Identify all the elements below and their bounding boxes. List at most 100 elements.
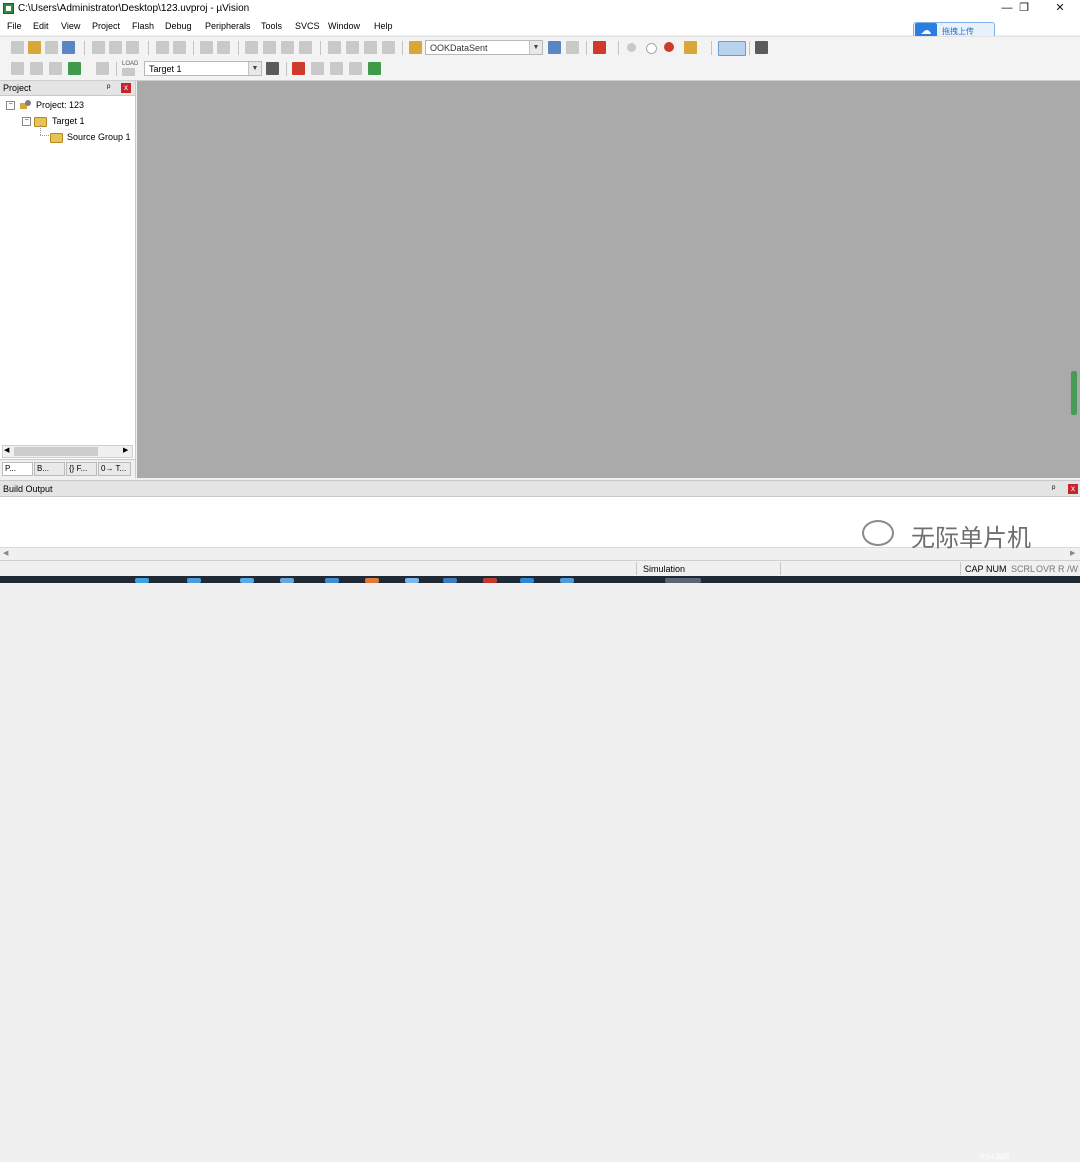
unindent-icon[interactable] [346,41,359,54]
taskbar-active-app-icon[interactable] [665,578,701,583]
download-icon[interactable] [122,68,135,76]
uvision-app-icon [3,3,14,14]
taskbar-app-icon[interactable] [520,578,534,583]
menu-flash[interactable]: Flash [132,21,154,31]
tab-project[interactable]: P... [2,462,33,476]
scroll-right-icon[interactable]: ▶ [1070,549,1075,557]
next-bookmark-icon[interactable] [281,41,294,54]
uncomment-icon[interactable] [382,41,395,54]
bookmark-icon[interactable] [245,41,258,54]
tree-item-target[interactable]: − Target 1 [20,114,132,129]
find-in-files-icon[interactable] [409,41,422,54]
project-icon [19,99,31,110]
menu-debug[interactable]: Debug [165,21,192,31]
scroll-left-icon[interactable]: ◀ [4,446,9,454]
horizontal-scrollbar[interactable]: ◀ ▶ [2,445,133,458]
save-all-icon[interactable] [62,41,75,54]
target-select[interactable]: Target 1 ▼ [144,61,262,76]
configure-icon[interactable] [755,41,768,54]
close-window-button[interactable]: ✕ [1043,0,1077,18]
taskbar-app-icon[interactable] [405,578,419,583]
pin-icon[interactable]: ᵖ [1052,483,1055,493]
batch-build-icon[interactable] [68,62,81,75]
taskbar-app-icon[interactable] [135,578,149,583]
toolbar-file-edit: OOKDataSent ▼ [0,36,1080,59]
insert-breakpoint-icon[interactable] [627,43,636,52]
build-icon[interactable] [30,62,43,75]
find-icon[interactable] [566,41,579,54]
tree-item-source-group[interactable]: Source Group 1 [50,130,134,145]
select-packs-icon[interactable] [330,62,343,75]
menu-peripherals[interactable]: Peripherals [205,21,251,31]
pack-installer-icon[interactable] [368,62,381,75]
menu-edit[interactable]: Edit [33,21,49,31]
cut-icon[interactable] [92,41,105,54]
taskbar-app-icon[interactable] [325,578,339,583]
clear-bookmarks-icon[interactable] [299,41,312,54]
pin-icon[interactable]: ᵖ [107,82,110,92]
new-file-icon[interactable] [11,41,24,54]
navigate-back-icon[interactable] [200,41,213,54]
toolbar-build: LOAD Target 1 ▼ [0,58,1080,81]
undo-icon[interactable] [156,41,169,54]
taskbar-app-icon[interactable] [280,578,294,583]
rebuild-icon[interactable] [49,62,62,75]
folder-icon [50,133,63,143]
status-cap: CAP [965,564,984,574]
open-file-icon[interactable] [28,41,41,54]
scroll-left-icon[interactable]: ◀ [3,549,8,557]
scrollbar-thumb[interactable] [14,447,98,456]
redo-icon[interactable] [173,41,186,54]
menu-project[interactable]: Project [92,21,120,31]
incremental-find-icon[interactable] [548,41,561,54]
menu-tools[interactable]: Tools [261,21,282,31]
disable-breakpoints-icon[interactable] [664,42,674,52]
taskbar-app-icon[interactable] [365,578,379,583]
chevron-down-icon[interactable]: ▼ [529,41,542,54]
chevron-down-icon[interactable]: ▼ [248,62,261,75]
copy-icon[interactable] [109,41,122,54]
close-icon[interactable]: x [1068,484,1078,494]
find-combo[interactable]: OOKDataSent ▼ [425,40,543,55]
kill-breakpoints-icon[interactable] [684,41,697,54]
indent-icon[interactable] [328,41,341,54]
collapse-icon[interactable]: − [6,101,15,110]
taskbar-app-icon[interactable] [187,578,201,583]
start-debug-icon[interactable] [593,41,606,54]
menu-file[interactable]: File [7,21,22,31]
paste-icon[interactable] [126,41,139,54]
tab-books[interactable]: B... [34,462,65,476]
manage-project-items-icon[interactable] [311,62,324,75]
window-title: C:\Users\Administrator\Desktop\123.uvpro… [18,3,250,14]
taskbar-app-icon[interactable] [443,578,457,583]
run-time-environment-icon[interactable] [349,62,362,75]
save-icon[interactable] [45,41,58,54]
enable-breakpoint-icon[interactable] [646,43,657,54]
file-extensions-icon[interactable] [292,62,305,75]
status-scrl: SCRL [1011,564,1036,574]
menu-window[interactable]: Window [328,21,360,31]
close-icon[interactable]: x [121,83,131,93]
collapse-icon[interactable]: − [22,117,31,126]
scroll-right-icon[interactable]: ▶ [123,446,128,454]
project-pane-header: Project ᵖ x [0,81,135,96]
menu-svcs[interactable]: SVCS [295,21,320,31]
window-layout-icon[interactable] [718,41,746,56]
taskbar-app-icon[interactable] [240,578,254,583]
taskbar-app-icon[interactable] [560,578,574,583]
side-scroll-indicator[interactable] [1071,371,1077,415]
stop-build-icon[interactable] [96,62,109,75]
restore-button[interactable]: ❐ [1007,0,1041,18]
taskbar-app-icon[interactable] [483,578,497,583]
navigate-forward-icon[interactable] [217,41,230,54]
menu-view[interactable]: View [61,21,80,31]
tree-item-project[interactable]: − Project: 123 [4,98,132,113]
editor-area[interactable] [137,81,1080,478]
target-options-icon[interactable] [266,62,279,75]
tab-templates[interactable]: 0→ T... [98,462,131,476]
menu-help[interactable]: Help [374,21,393,31]
comment-icon[interactable] [364,41,377,54]
previous-bookmark-icon[interactable] [263,41,276,54]
tab-functions[interactable]: {} F... [66,462,97,476]
translate-icon[interactable] [11,62,24,75]
